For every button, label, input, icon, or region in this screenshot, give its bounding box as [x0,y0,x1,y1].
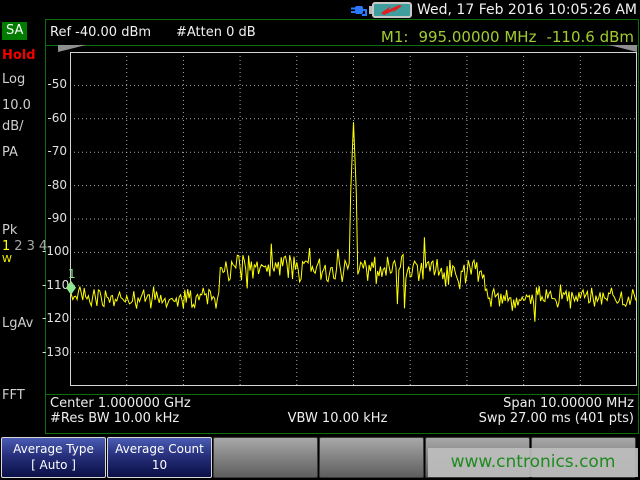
scale-unit-annunciator: dB/ [2,119,24,134]
attenuation-readout: #Atten 0 dB [176,25,256,40]
hold-annunciator: Hold [2,48,36,63]
trace-1-number: 1 [2,239,14,254]
fft-annunciator: FFT [2,388,25,403]
sweep-annotation: Swp 27.00 ms (401 pts) [380,411,634,426]
trace-state-annunciator: W [2,254,12,265]
softkey-average-type[interactable]: Average Type [ Auto ] [1,437,106,478]
sidebar: SA Hold Log 10.0 dB/ PA Pk 1234 W LgAv F… [0,19,45,433]
datetime: Wed, 17 Feb 2016 10:05:26 AM [417,2,637,18]
rbw-annotation: #Res BW 10.00 kHz [50,411,179,426]
y-axis-tick-label: -110 [42,278,67,292]
scale-type-annunciator: Log [2,72,25,87]
center-freq-annotation: Center 1.000000 GHz [50,396,191,411]
softkey-average-count[interactable]: Average Count 10 [107,437,212,478]
graticule-corner-left [58,45,86,52]
scale-value-annunciator: 10.0 [2,98,31,113]
ac-power-icon [350,2,368,18]
annotation-separator [45,394,639,395]
marker-readout-freq: 995.00000 MHz [418,28,536,46]
y-axis-tick-label: -90 [42,211,67,225]
softkey-label-line1: Average Count [108,442,211,458]
y-axis-tick-label: -100 [42,244,67,258]
ref-level-readout: Ref -40.00 dBm [50,25,151,40]
softkey-blank-4[interactable] [319,437,424,478]
battery-charging-icon [369,2,412,18]
y-axis-tick-label: -60 [42,111,67,125]
preamp-annunciator: PA [2,145,18,160]
softkey-label-line2: [ Auto ] [2,458,105,474]
y-axis-tick-label: -80 [42,178,67,192]
detector-annunciator: Pk [2,223,17,238]
spectrum-analyzer-screen: Wed, 17 Feb 2016 10:05:26 AM Ref -40.00 … [0,0,640,480]
mode-badge: SA [2,22,27,40]
y-axis-tick-label: -120 [42,311,67,325]
marker-readout-label: M1: [381,28,409,46]
marker-readout-ampl: -110.6 dBm [546,28,634,46]
average-type-annunciator: LgAv [2,316,33,331]
graticule-corner-right [609,45,637,52]
softkey-label-line1: Average Type [2,442,105,458]
trace-2-number: 2 [14,239,26,254]
y-axis-tick-label: -130 [42,345,67,359]
softkey-blank-3[interactable] [213,437,318,478]
softkey-label-line2: 10 [108,458,211,474]
watermark: www.cntronics.com [428,448,638,477]
y-axis-tick-label: -50 [42,77,67,91]
spectrum-plot: 1 [70,52,637,386]
marker-readout: M1: 995.00000 MHz -110.6 dBm [290,28,634,46]
span-annotation: Span 10.00000 MHz [340,396,634,411]
trace-3-number: 3 [27,239,39,254]
marker-1-label: 1 [68,267,76,281]
y-axis-tick-label: -70 [42,144,67,158]
graticule-border [71,53,637,386]
